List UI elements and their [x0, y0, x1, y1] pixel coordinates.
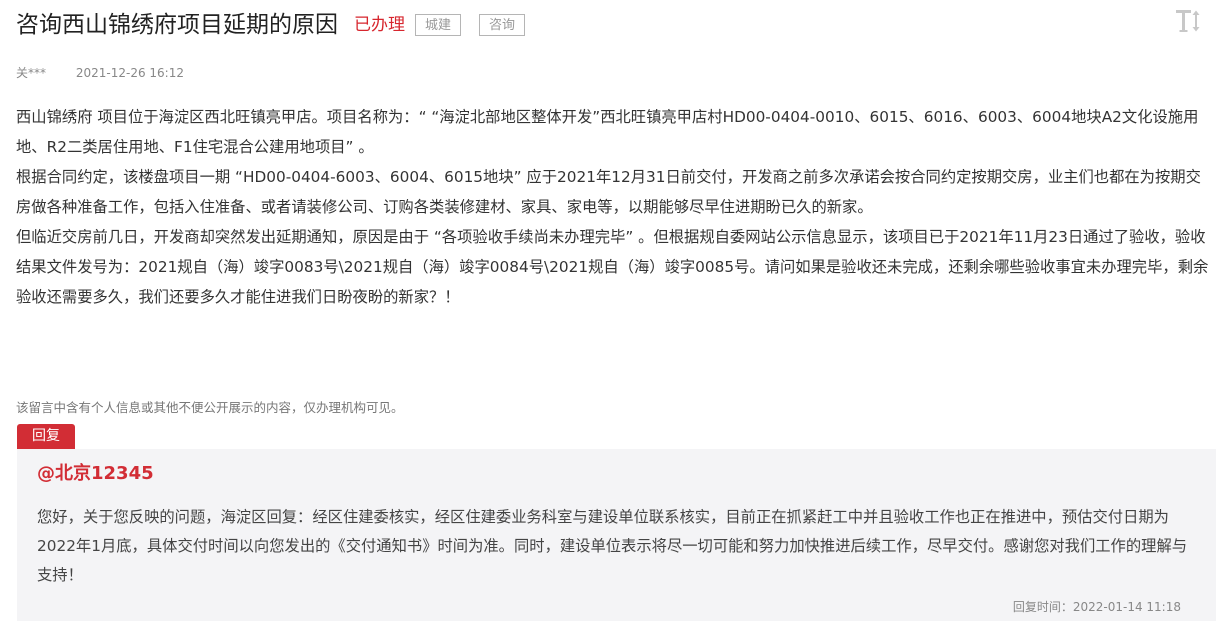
tag-type[interactable]: 咨询 [479, 14, 526, 36]
post-time: 2021-12-26 16:12 [75, 66, 184, 80]
content-paragraph: 但临近交房前几日，开发商却突然发出延期通知，原因是由于 “各项验收手续尚未办理完… [16, 228, 1209, 306]
author-name: 关*** [16, 66, 47, 80]
privacy-note: 该留言中含有个人信息或其他不便公开展示的内容，仅办理机构可见。 [16, 400, 404, 415]
title-row: 咨询西山锦绣府项目延期的原因 已办理 城建 咨询 [16, 10, 526, 40]
status-badge: 已办理 [354, 15, 405, 35]
reply-time: 回复时间：2022-01-14 11:18 [1012, 600, 1181, 614]
message-detail-page: 咨询西山锦绣府项目延期的原因 已办理 城建 咨询 关*** 2021-12-26… [0, 0, 1226, 621]
message-content: 西山锦绣府 项目位于海淀区西北旺镇亮甲店。项目名称为：“ “海淀北部地区整体开发… [16, 102, 1216, 312]
reply-tab: 回复 [17, 424, 75, 449]
font-size-toggle-button[interactable] [1172, 4, 1206, 38]
reply-text: 您好，关于您反映的问题，海淀区回复：经区住建委核实，经区住建委业务科室与建设单位… [37, 508, 1188, 584]
reply-box: @北京12345 您好，关于您反映的问题，海淀区回复：经区住建委核实，经区住建委… [17, 449, 1216, 621]
content-paragraph: 根据合同约定，该楼盘项目一期 “HD00-0404-6003、6004、6015… [16, 168, 1201, 216]
text-size-icon [1176, 10, 1200, 32]
reply-author: @北京12345 [37, 463, 154, 484]
tag-category[interactable]: 城建 [415, 14, 462, 36]
page-title: 咨询西山锦绣府项目延期的原因 [16, 12, 338, 38]
content-paragraph: 西山锦绣府 项目位于海淀区西北旺镇亮甲店。项目名称为：“ “海淀北部地区整体开发… [16, 108, 1199, 156]
post-meta: 关*** 2021-12-26 16:12 [16, 65, 184, 81]
